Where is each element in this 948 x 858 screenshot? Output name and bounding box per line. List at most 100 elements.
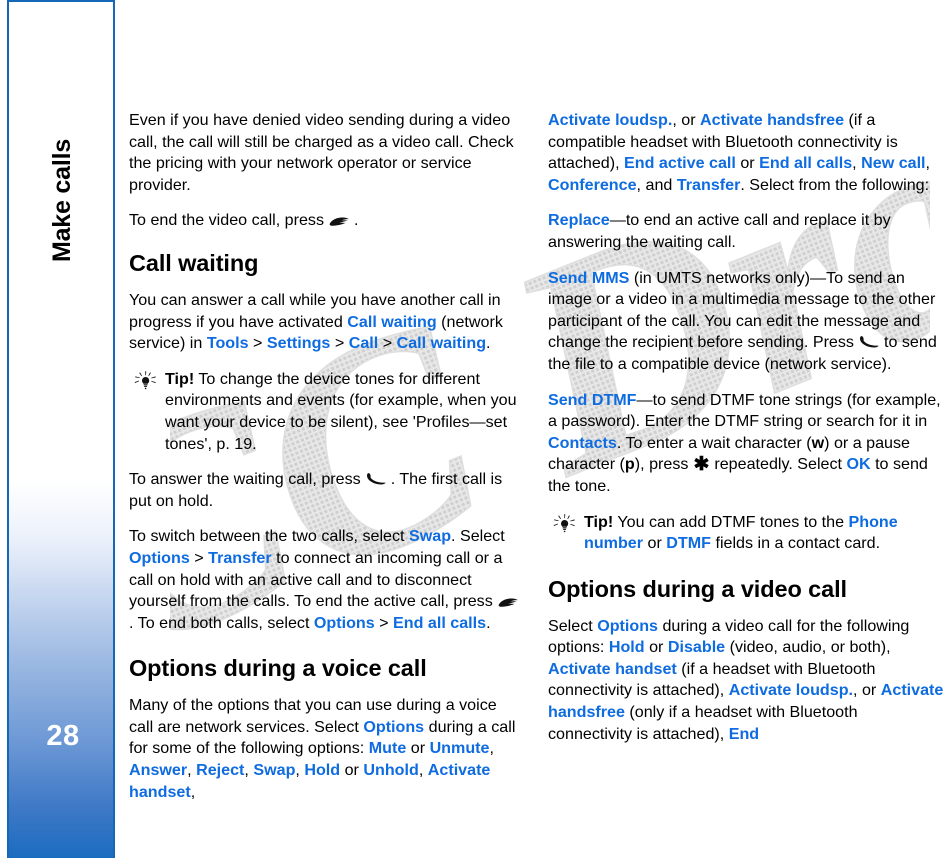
paragraph-text: repeatedly. Select [714, 455, 847, 474]
page-number: 28 [46, 720, 80, 752]
tip-label: Tip! [584, 512, 614, 531]
tip-device-tones: Tip! To change the device tones for diff… [129, 369, 524, 455]
paragraph-text: , [925, 154, 931, 173]
paragraph-text: or [340, 761, 364, 780]
wait-character: w [811, 433, 825, 452]
paragraph-text: . [354, 211, 359, 230]
link-options[interactable]: Options [129, 549, 190, 567]
link-options[interactable]: Options [363, 718, 424, 736]
link-settings[interactable]: Settings [267, 334, 331, 352]
link-hold[interactable]: Hold [609, 638, 645, 656]
left-text-column: Even if you have denied video sending du… [129, 110, 524, 817]
paragraph-video-call-options: Select Options during a video call for t… [548, 616, 946, 746]
heading-options-video-call: Options during a video call [548, 575, 847, 602]
link-unhold[interactable]: Unhold [363, 761, 418, 779]
paragraph-text: To answer the waiting call, press [129, 470, 361, 489]
link-send-dtmf[interactable]: Send DTMF [548, 391, 637, 409]
paragraph-options-continued: Activate loudsp., or Activate handsfree … [548, 110, 946, 196]
paragraph-switch-calls: To switch between the two calls, select … [129, 526, 524, 634]
link-end-all-calls[interactable]: End all calls [759, 154, 852, 172]
paragraph-send-dtmf: Send DTMF—to send DTMF tone strings (for… [548, 390, 946, 498]
separator: > [189, 548, 209, 567]
paragraph-text: , [418, 761, 428, 780]
separator: > [374, 613, 394, 632]
chapter-title-text: Make calls [48, 138, 77, 262]
link-call-waiting[interactable]: Call waiting [347, 313, 436, 331]
link-reject[interactable]: Reject [196, 761, 244, 779]
paragraph-text: or [644, 638, 668, 657]
link-swap[interactable]: Swap [253, 761, 295, 779]
paragraph-text: ), press [634, 455, 689, 474]
paragraph-call-waiting-intro: You can answer a call while you have ano… [129, 290, 524, 355]
paragraph-text: or [406, 739, 430, 758]
end-call-key-icon [328, 214, 350, 227]
paragraph-text: , or [672, 111, 701, 129]
paragraph-voice-call-options: Many of the options that you can use dur… [129, 695, 524, 803]
link-replace[interactable]: Replace [548, 211, 610, 229]
paragraph-text: (video, audio, or both), [725, 638, 891, 657]
link-swap[interactable]: Swap [409, 527, 451, 545]
tip-text: fields in a contact card. [711, 534, 881, 553]
chapter-title: Make calls [9, 110, 113, 290]
separator: > [378, 334, 397, 353]
paragraph-answer-waiting-call: To answer the waiting call, press. The f… [129, 469, 524, 512]
paragraph-text: Even if you have denied video sending du… [129, 111, 514, 194]
paragraph-text: . To end both calls, select [129, 613, 314, 632]
paragraph-text: . [486, 613, 491, 632]
link-call-waiting-setting[interactable]: Call waiting [397, 334, 486, 352]
answer-call-key-icon [858, 334, 880, 349]
paragraph-text: . [486, 334, 491, 353]
tip-label: Tip! [165, 369, 195, 388]
pause-character: p [624, 455, 635, 474]
asterisk-key-icon: ✱ [693, 454, 710, 476]
link-options[interactable]: Options [597, 617, 658, 635]
paragraph-text: Select [548, 616, 598, 635]
link-end-all-calls[interactable]: End all calls [393, 614, 486, 632]
separator: > [248, 334, 267, 353]
paragraph-text: . To enter a wait character ( [616, 433, 812, 452]
paragraph-text: , and [636, 175, 677, 194]
link-dtmf[interactable]: DTMF [666, 534, 711, 552]
heading-call-waiting: Call waiting [129, 249, 259, 276]
chapter-sidebar: Make calls 28 [7, 0, 115, 858]
link-tools[interactable]: Tools [207, 334, 249, 352]
paragraph-text: or [735, 154, 760, 173]
link-activate-handset[interactable]: Activate handset [548, 660, 677, 678]
paragraph-replace: Replace—to end an active call and replac… [548, 210, 946, 253]
link-end-active-call[interactable]: End active call [624, 154, 736, 172]
link-disable[interactable]: Disable [668, 638, 725, 656]
link-end[interactable]: End [729, 725, 759, 743]
link-contacts[interactable]: Contacts [548, 434, 617, 452]
tip-text: To change the device tones for different… [165, 369, 517, 453]
link-options-2[interactable]: Options [314, 614, 375, 632]
paragraph-text: . Select [451, 527, 505, 546]
end-call-key-icon [497, 595, 519, 608]
link-transfer[interactable]: Transfer [677, 176, 741, 194]
link-ok[interactable]: OK [846, 455, 870, 473]
paragraph-text: , [489, 739, 494, 758]
link-answer[interactable]: Answer [129, 761, 187, 779]
link-transfer[interactable]: Transfer [208, 549, 272, 567]
link-unmute[interactable]: Unmute [430, 739, 490, 757]
heading-options-voice-call: Options during a voice call [129, 655, 427, 682]
paragraph-text: . Select from the following: [740, 175, 930, 194]
tip-lightbulb-icon [131, 370, 157, 390]
paragraph-text: To switch between the two calls, select [129, 527, 409, 546]
link-call[interactable]: Call [349, 334, 379, 352]
link-activate-loudsp[interactable]: Activate loudsp. [729, 681, 853, 699]
tip-text: or [643, 534, 667, 553]
paragraph-text: , [852, 154, 862, 173]
link-activate-loudsp[interactable]: Activate loudsp. [548, 111, 672, 129]
link-hold[interactable]: Hold [304, 761, 340, 779]
link-send-mms[interactable]: Send MMS [548, 269, 629, 287]
paragraph-text: , [190, 782, 196, 801]
link-mute[interactable]: Mute [369, 739, 407, 757]
answer-call-key-icon [365, 471, 387, 486]
paragraph-text: , [187, 761, 197, 780]
link-new-call[interactable]: New call [861, 154, 925, 172]
link-activate-handsfree[interactable]: Activate handsfree [700, 111, 844, 129]
link-conference[interactable]: Conference [548, 176, 637, 194]
separator: > [330, 334, 349, 353]
paragraph-video-charge: Even if you have denied video sending du… [129, 110, 524, 196]
tip-text: You can add DTMF tones to the [613, 512, 849, 531]
